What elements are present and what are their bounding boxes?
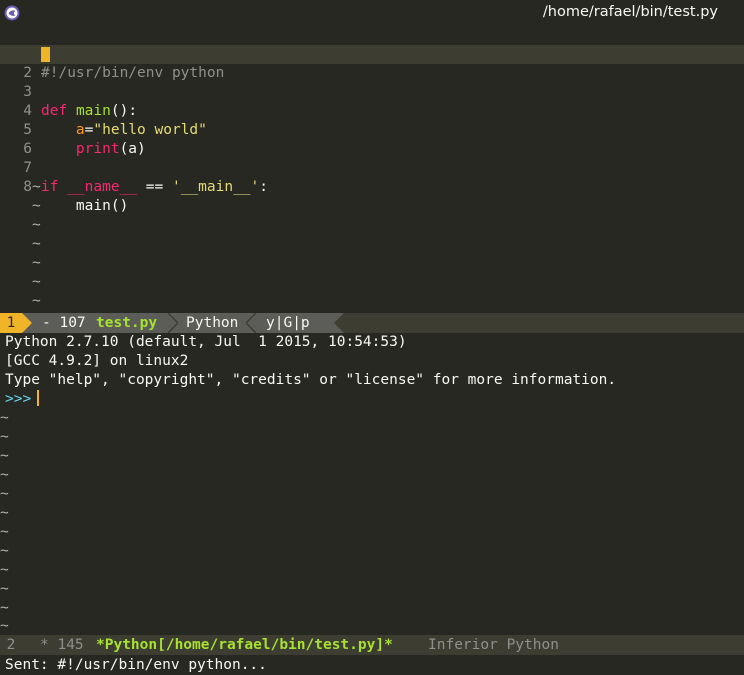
repl-output-line: [GCC 4.9.2] on linux2: [5, 353, 189, 369]
empty-line-marker: ~: [0, 448, 9, 464]
empty-line: ~: [0, 216, 744, 235]
empty-line: ~: [0, 178, 744, 197]
empty-line-marker: ~: [32, 255, 41, 271]
repl-input-line[interactable]: >>>: [5, 390, 39, 409]
modeline-separator: [22, 313, 32, 333]
emacs-icon[interactable]: [4, 5, 20, 21]
buffer-name[interactable]: test.py: [96, 313, 157, 333]
buffer-name[interactable]: *Python[/home/rafael/bin/test.py]*: [96, 635, 393, 655]
empty-line: ~: [0, 273, 744, 292]
text-cursor: [37, 390, 39, 406]
window-number[interactable]: 2: [0, 635, 22, 655]
window-title: /home/rafael/bin/test.py: [542, 4, 718, 20]
minor-modes[interactable]: y|G|p: [266, 313, 310, 333]
buffer-status: - 107: [42, 315, 86, 331]
empty-line: ~: [0, 197, 744, 216]
empty-line-marker: ~: [0, 562, 9, 578]
modeline-repl[interactable]: 2 * 145 *Python[/home/rafael/bin/test.py…: [0, 635, 744, 655]
empty-line-marker: ~: [0, 467, 9, 483]
empty-line: ~: [0, 292, 744, 311]
empty-line-marker: ~: [0, 581, 9, 597]
empty-line: ~: [0, 235, 744, 254]
code-line[interactable]: 6: [0, 121, 744, 157]
title-bar: /home/rafael/bin/test.py: [0, 0, 744, 26]
code-line[interactable]: 8 main(): [0, 159, 744, 214]
repl-prompt: >>>: [5, 391, 32, 407]
modeline-separator: [246, 313, 256, 333]
empty-line-marker: ~: [0, 618, 9, 634]
repl-output-line: Type "help", "copyright", "credits" or "…: [5, 372, 617, 388]
emacs-frame: /home/rafael/bin/test.py 1 #!/usr/bin/en…: [0, 0, 744, 675]
code-line[interactable]: 3 def main():: [0, 64, 744, 119]
empty-line-marker: ~: [0, 524, 9, 540]
code-line[interactable]: 5 print(a): [0, 102, 744, 157]
repl-output-line: Python 2.7.10 (default, Jul 1 2015, 10:5…: [5, 334, 407, 350]
code-line[interactable]: 1 #!/usr/bin/env python: [0, 26, 744, 81]
major-mode[interactable]: Inferior Python: [428, 635, 559, 655]
empty-line-marker: ~: [0, 543, 9, 559]
empty-line-marker: ~: [32, 274, 41, 290]
empty-line-marker: ~: [0, 429, 9, 445]
empty-line-marker: ~: [0, 505, 9, 521]
empty-line-marker: ~: [0, 486, 9, 502]
empty-line-marker: ~: [32, 198, 41, 214]
current-line[interactable]: 2: [0, 45, 744, 81]
modeline-separator: [168, 313, 178, 333]
major-mode[interactable]: Python: [186, 313, 238, 333]
empty-line-marker: ~: [0, 410, 9, 426]
empty-line-marker: ~: [32, 236, 41, 252]
empty-line-marker: ~: [32, 179, 41, 195]
modeline-editor[interactable]: 1 - 107 test.py Python y|G|p: [0, 313, 744, 333]
empty-line-marker: ~: [32, 217, 41, 233]
modeline-filler: [334, 313, 744, 333]
window-number[interactable]: 1: [0, 313, 22, 333]
code-line[interactable]: 7 if __name__ == '__main__':: [0, 140, 744, 195]
text-cursor: [41, 47, 50, 62]
buffer-status: * 145: [40, 637, 84, 653]
empty-line-marker: ~: [32, 293, 41, 309]
echo-area: Sent: #!/usr/bin/env python...: [5, 657, 267, 673]
code-line[interactable]: 4 a="hello world": [0, 83, 744, 138]
empty-line-marker: ~: [0, 600, 9, 616]
empty-line: ~: [0, 254, 744, 273]
